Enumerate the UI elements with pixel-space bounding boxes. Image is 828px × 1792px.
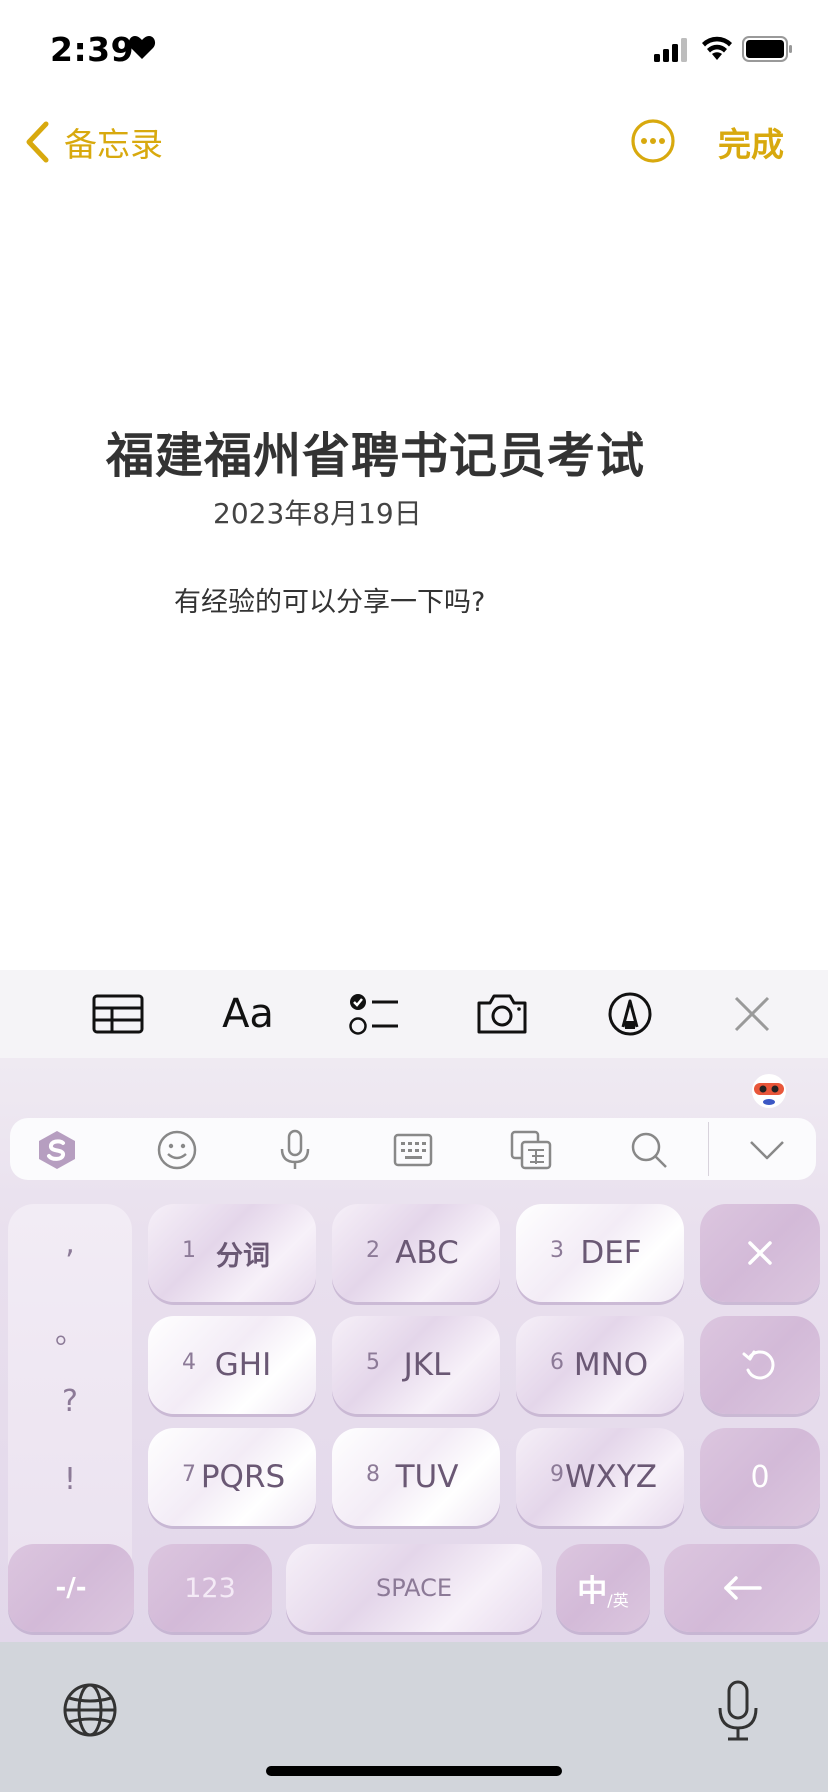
- text-format-button[interactable]: Aa: [218, 988, 278, 1040]
- status-bar: 2:39: [0, 0, 828, 100]
- key-8[interactable]: 8 TUV: [332, 1428, 500, 1526]
- key-number: 7: [182, 1462, 196, 1487]
- key-number: 6: [550, 1350, 564, 1375]
- key-9[interactable]: 9 WXYZ: [516, 1428, 684, 1526]
- key-2[interactable]: 2 ABC: [332, 1204, 500, 1302]
- key-number: 5: [366, 1350, 380, 1375]
- space-key-label: SPACE: [375, 1574, 453, 1602]
- key-letters: PQRS: [200, 1459, 286, 1495]
- keyboard-switch-button[interactable]: [392, 1130, 434, 1170]
- key-letters: WXYZ: [564, 1459, 658, 1495]
- enter-key[interactable]: [664, 1544, 820, 1632]
- key-letters: 分词: [216, 1240, 270, 1272]
- delete-key[interactable]: [700, 1204, 820, 1302]
- sogou-logo-icon: [39, 1131, 75, 1169]
- key-3[interactable]: 3 DEF: [516, 1204, 684, 1302]
- symbols-key[interactable]: -/-: [8, 1544, 134, 1632]
- key-number: 8: [366, 1462, 380, 1487]
- text-format-label: Aa: [222, 991, 274, 1037]
- punct-comma-key[interactable]: ,: [8, 1226, 132, 1261]
- status-time: 2:39: [50, 30, 135, 69]
- key-letters: DEF: [580, 1235, 642, 1271]
- note-body[interactable]: 有经验的可以分享一下吗?: [174, 580, 485, 619]
- emoji-button[interactable]: [156, 1130, 198, 1170]
- keyboard-icon: [393, 1133, 433, 1167]
- cellular-signal-icon: [654, 38, 687, 62]
- battery-icon: [742, 36, 792, 62]
- arrow-left-icon: [724, 1576, 762, 1600]
- key-4[interactable]: 4 GHI: [148, 1316, 316, 1414]
- keyboard: , 。 ? ! 1 分词 2 ABC 3 DEF 4 GHI 5 JKL 6 M…: [0, 1058, 828, 1642]
- checklist-icon: [349, 994, 398, 1035]
- microphone-icon: [280, 1129, 310, 1169]
- translate-button[interactable]: [510, 1130, 552, 1170]
- format-toolbar: Aa: [0, 970, 828, 1058]
- close-icon: [734, 996, 770, 1032]
- note-date[interactable]: 2023年8月19日: [213, 492, 422, 532]
- translate-icon: [510, 1130, 552, 1170]
- key-letters: GHI: [214, 1347, 272, 1383]
- space-key[interactable]: SPACE: [286, 1544, 542, 1632]
- symbols-key-label: -/-: [55, 1573, 87, 1603]
- key-letters: JKL: [403, 1347, 451, 1383]
- reenter-key[interactable]: [700, 1316, 820, 1414]
- back-label: 备忘录: [64, 125, 163, 164]
- search-icon: [631, 1132, 667, 1168]
- ime-divider: [708, 1122, 709, 1176]
- system-keyboard-bar: [0, 1642, 828, 1792]
- language-switch-key[interactable]: 中 /英: [556, 1544, 650, 1632]
- sogou-logo-button[interactable]: [36, 1130, 78, 1170]
- punct-period-key[interactable]: 。: [8, 1308, 132, 1352]
- key-number: 9: [550, 1462, 564, 1487]
- punct-question-key[interactable]: ?: [8, 1384, 132, 1419]
- undo-circle-icon: [742, 1350, 775, 1380]
- markup-pen-icon: [608, 992, 652, 1036]
- punctuation-column: , 。 ? !: [8, 1204, 132, 1588]
- more-options-icon[interactable]: [630, 118, 676, 164]
- back-button[interactable]: 备忘录: [24, 120, 163, 164]
- punct-exclaim-key[interactable]: !: [8, 1462, 132, 1497]
- numbers-key[interactable]: 123: [148, 1544, 272, 1632]
- checklist-button[interactable]: [346, 988, 402, 1040]
- chevron-down-icon: [750, 1141, 784, 1160]
- home-indicator: [266, 1766, 562, 1776]
- key-number: 1: [182, 1238, 196, 1263]
- close-toolbar-button[interactable]: [724, 988, 780, 1040]
- key-letters: TUV: [395, 1459, 459, 1495]
- delete-x-icon: [748, 1241, 772, 1265]
- done-button[interactable]: 完成: [718, 118, 784, 166]
- search-button[interactable]: [628, 1130, 670, 1170]
- key-6[interactable]: 6 MNO: [516, 1316, 684, 1414]
- markup-button[interactable]: [602, 988, 658, 1040]
- collapse-keyboard-button[interactable]: [746, 1130, 788, 1170]
- mascot-icon[interactable]: [748, 1068, 790, 1110]
- note-title[interactable]: 福建福州省聘书记员考试: [106, 416, 645, 486]
- wifi-icon: [702, 36, 732, 60]
- emoji-icon: [157, 1130, 197, 1170]
- ime-toolbar: [10, 1118, 816, 1180]
- chevron-left-icon: [26, 121, 49, 163]
- camera-icon: [477, 994, 527, 1034]
- key-number: 3: [550, 1238, 564, 1263]
- voice-input-button[interactable]: [274, 1129, 316, 1170]
- key-letters: ABC: [395, 1235, 459, 1271]
- key-letters: MNO: [573, 1347, 649, 1383]
- key-number: 4: [182, 1350, 196, 1375]
- key-1[interactable]: 1 分词: [148, 1204, 316, 1302]
- table-button[interactable]: [90, 988, 146, 1040]
- table-icon: [92, 994, 144, 1034]
- key-zero-label: 0: [750, 1459, 770, 1495]
- dictation-microphone-icon[interactable]: [716, 1680, 760, 1742]
- key-5[interactable]: 5 JKL: [332, 1316, 500, 1414]
- key-7[interactable]: 7 PQRS: [148, 1428, 316, 1526]
- key-0[interactable]: 0: [700, 1428, 820, 1526]
- lang-main-label: 中: [577, 1574, 608, 1609]
- globe-icon[interactable]: [62, 1682, 118, 1738]
- key-number: 2: [366, 1238, 380, 1263]
- heart-icon: [128, 36, 156, 59]
- nav-bar: 备忘录 完成: [0, 100, 828, 180]
- numbers-key-label: 123: [184, 1572, 236, 1604]
- camera-button[interactable]: [474, 988, 530, 1040]
- lang-sub-label: /英: [607, 1591, 629, 1610]
